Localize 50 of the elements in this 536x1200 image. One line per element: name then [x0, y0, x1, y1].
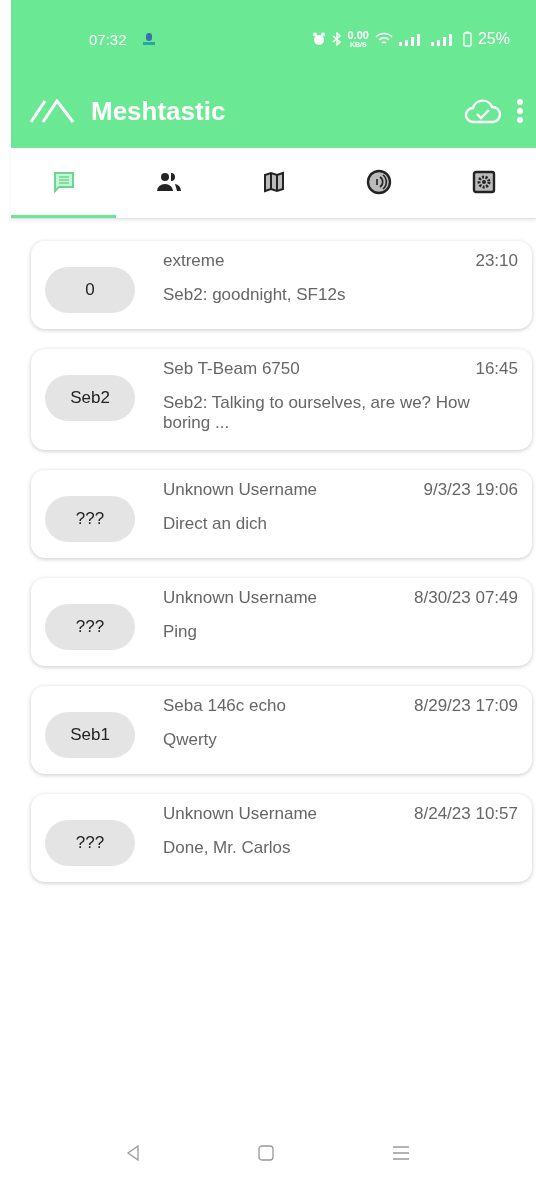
- node-badge: ???: [45, 819, 135, 866]
- contact-name: Unknown Username: [163, 479, 317, 500]
- conversation-card[interactable]: 0 extreme 23:10 Seb2: goodnight, SF12s: [31, 241, 532, 329]
- contact-name: Seb T-Beam 6750: [163, 359, 300, 379]
- message-preview: Qwerty: [163, 729, 218, 751]
- bluetooth-icon: [331, 32, 342, 46]
- node-badge: ???: [45, 603, 135, 650]
- contact-name: Unknown Username: [163, 587, 317, 608]
- settings-icon: [471, 169, 496, 194]
- message-time: 8/24/23 10:57: [414, 803, 518, 824]
- clock: 07:32: [89, 30, 127, 48]
- message-time: 9/3/23 19:06: [423, 479, 518, 500]
- conversation-card[interactable]: ??? Unknown Username 8/24/23 10:57 Done, Mr. Carlos: [31, 793, 532, 882]
- contact-name: Unknown Username: [163, 803, 317, 824]
- logo-icon: [29, 99, 77, 123]
- app-title: Meshtastic: [91, 95, 226, 127]
- more-options-icon[interactable]: [516, 98, 524, 124]
- home-icon[interactable]: [258, 1145, 274, 1161]
- wifi-icon: [374, 32, 393, 46]
- message-preview: Seb2: goodnight, SF12s: [163, 285, 347, 306]
- conversation-card[interactable]: ??? Unknown Username 9/3/23 19:06 Direct an dich: [31, 469, 532, 558]
- message-time: 8/29/23 17:09: [414, 695, 518, 716]
- chat-icon: [51, 169, 76, 194]
- node-badge: ???: [45, 495, 135, 542]
- conversation-card[interactable]: Seb2 Seb T-Beam 6750 16:45 Seb2: Talking to ourselves, are we? How boring ...: [31, 349, 532, 450]
- battery-icon: [462, 31, 472, 47]
- alarm-icon: [311, 32, 326, 46]
- node-badge: Seb2: [45, 375, 135, 421]
- message-time: 23:10: [475, 251, 518, 271]
- contact-name: extreme: [163, 251, 225, 271]
- node-badge: 0: [45, 267, 135, 313]
- battery-level: 25%: [477, 30, 510, 48]
- contact-name: Seba 146c echo: [163, 695, 286, 716]
- menu-icon[interactable]: [392, 1146, 410, 1160]
- message-time: 16:45: [475, 359, 518, 379]
- people-icon: [155, 170, 182, 193]
- network-speed: 0.00: [347, 30, 369, 41]
- notification-icon: [140, 31, 157, 47]
- conversation-card[interactable]: Seb1 Seba 146c echo 8/29/23 17:09 Qwerty: [31, 685, 532, 774]
- cloud-check-icon[interactable]: [464, 98, 502, 124]
- map-icon: [261, 169, 286, 194]
- back-icon[interactable]: [126, 1145, 140, 1161]
- message-preview: Direct an dich: [163, 513, 268, 535]
- message-preview: Ping: [163, 621, 199, 643]
- message-preview: Seb2: Talking to ourselves, are we? How boring ...: [163, 393, 471, 434]
- message-time: 8/30/23 07:49: [414, 587, 518, 608]
- node-badge: Seb1: [45, 711, 135, 758]
- radio-signal-icon: [365, 168, 392, 195]
- message-preview: Done, Mr. Carlos: [163, 837, 292, 859]
- conversation-card[interactable]: ??? Unknown Username 8/30/23 07:49 Ping: [31, 577, 532, 666]
